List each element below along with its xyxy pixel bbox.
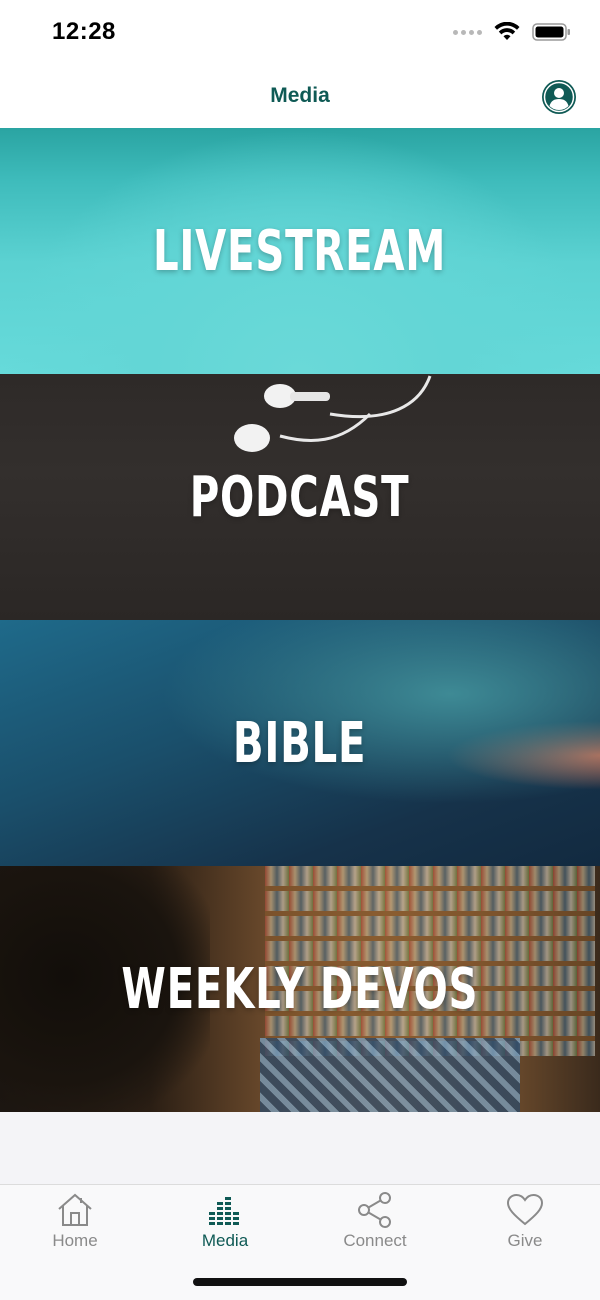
tab-connect-label: Connect [343,1231,407,1250]
livestream-tile[interactable]: LIVESTREAM [0,128,600,374]
bible-tile[interactable]: BIBLE [0,620,600,866]
earbuds-image [234,375,432,452]
heart-icon [505,1191,545,1229]
cellular-signal-icon [453,29,482,35]
rug-image [260,1038,520,1112]
livestream-title: LIVESTREAM [153,218,447,284]
home-icon [55,1191,95,1229]
status-icons [453,22,572,42]
tab-home[interactable]: Home [0,1191,150,1261]
weekly-devos-title: WEEKLY DEVOS [121,956,479,1022]
media-list: LIVESTREAM PODCAST BIBLE WEEKLY DEVOS [0,128,600,1112]
profile-icon[interactable] [542,80,576,114]
content-spacer [0,1112,600,1184]
wifi-icon [494,22,520,40]
podcast-tile[interactable]: PODCAST [0,374,600,620]
tab-home-label: Home [52,1231,98,1250]
status-time: 12:28 [52,18,116,45]
tab-media-label: Media [201,1231,249,1250]
navigation-bar: Media [0,66,600,129]
tab-give-label: Give [507,1231,543,1250]
podcast-title: PODCAST [190,464,410,530]
battery-icon [532,23,570,41]
weekly-devos-tile[interactable]: WEEKLY DEVOS [0,866,600,1112]
tab-media[interactable]: Media [150,1191,300,1261]
status-bar: 12:28 [0,0,600,66]
page-title: Media [270,84,330,107]
bible-title: BIBLE [233,710,367,776]
tab-give[interactable]: Give [450,1191,600,1261]
home-indicator[interactable] [193,1278,407,1286]
equalizer-icon [205,1191,245,1229]
tab-connect[interactable]: Connect [300,1191,450,1261]
share-icon [355,1191,395,1229]
